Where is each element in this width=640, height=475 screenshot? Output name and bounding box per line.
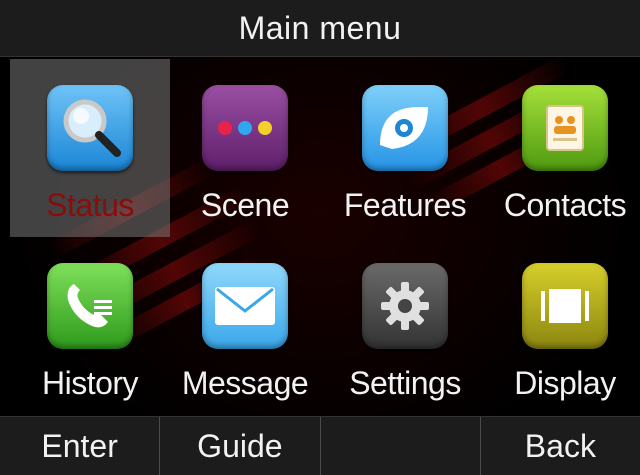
back-softkey[interactable]: Back [481,417,640,475]
title-bar: Main menu [0,0,640,57]
menu-item-status[interactable]: Status [10,59,170,237]
address-book-icon [522,85,608,171]
eye-icon [362,85,448,171]
empty-softkey[interactable] [321,417,481,475]
softkey-bar: Enter Guide Back [0,416,640,475]
page-title: Main menu [238,9,402,46]
menu-item-scene[interactable]: Scene [165,59,325,237]
menu-item-label: Settings [349,365,461,401]
menu-item-history[interactable]: History [10,237,170,415]
menu-item-settings[interactable]: Settings [325,237,485,415]
menu-item-label: Scene [200,187,290,223]
menu-item-features[interactable]: Features [325,59,485,237]
menu-item-display[interactable]: Display [485,237,640,415]
menu-item-contacts[interactable]: Contacts [485,59,640,237]
gear-icon [362,263,448,349]
menu-item-label: Display [514,365,616,401]
magnifier-icon [47,85,133,171]
menu-item-label: Contacts [503,187,627,223]
three-dots-icon [202,85,288,171]
menu-item-label: History [41,365,139,401]
menu-item-message[interactable]: Message [165,237,325,415]
enter-softkey[interactable]: Enter [0,417,161,475]
phone-log-icon [47,263,133,349]
menu-item-label: Status [46,187,134,223]
display-frame-icon [522,263,608,349]
envelope-icon [202,263,288,349]
menu-item-label: Message [181,365,309,401]
menu-item-label: Features [343,187,467,223]
phone-screen: Main menu Status Scene Features Contacts… [0,0,640,475]
menu-grid: Status Scene Features Contacts History M… [0,59,640,416]
guide-softkey[interactable]: Guide [160,417,321,475]
